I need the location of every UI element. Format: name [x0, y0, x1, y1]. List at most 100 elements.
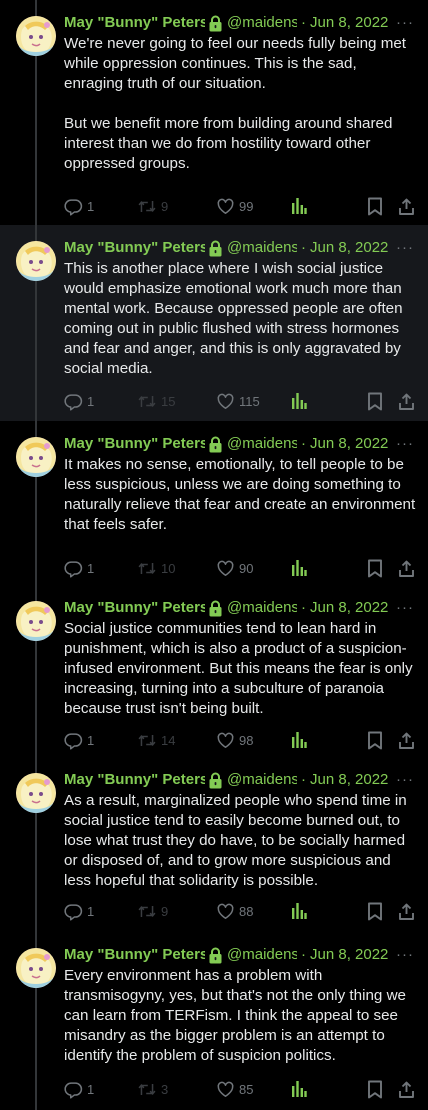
avatar[interactable]: [16, 241, 56, 281]
like-count: 90: [239, 560, 254, 576]
bookmark-button[interactable]: [367, 196, 383, 216]
analytics-button[interactable]: [291, 196, 307, 216]
tweet-header: May "Bunny" Peters @maidens · Jun 8, 202…: [64, 433, 416, 455]
retweet-icon: [137, 731, 157, 750]
bookmark-button[interactable]: [367, 901, 383, 921]
reply-button[interactable]: 1: [64, 901, 94, 921]
share-button[interactable]: [398, 196, 415, 216]
tweet-date[interactable]: Jun 8, 2022: [310, 944, 388, 966]
like-icon: [216, 1080, 235, 1099]
more-options-icon[interactable]: ···: [396, 237, 414, 259]
bookmark-button[interactable]: [367, 391, 383, 411]
display-name[interactable]: May "Bunny" Peters: [64, 433, 205, 455]
retweet-count: 15: [161, 393, 176, 409]
lock-icon: [208, 436, 223, 453]
more-options-icon[interactable]: ···: [396, 433, 414, 455]
share-icon: [398, 197, 415, 216]
display-name[interactable]: May "Bunny" Peters: [64, 769, 205, 791]
tweet-date[interactable]: Jun 8, 2022: [310, 597, 388, 619]
like-button[interactable]: 85: [216, 1079, 253, 1099]
display-name[interactable]: May "Bunny" Peters: [64, 944, 205, 966]
avatar[interactable]: [16, 948, 56, 988]
tweet-date[interactable]: Jun 8, 2022: [310, 12, 388, 34]
tweet-date[interactable]: Jun 8, 2022: [310, 433, 388, 455]
reply-button[interactable]: 1: [64, 558, 94, 578]
retweet-icon: [137, 902, 157, 921]
reply-button[interactable]: 1: [64, 196, 94, 216]
avatar[interactable]: [16, 773, 56, 813]
bookmark-button[interactable]: [367, 1079, 383, 1099]
display-name[interactable]: May "Bunny" Peters: [64, 597, 205, 619]
more-options-icon[interactable]: ···: [396, 769, 414, 791]
reply-button[interactable]: 1: [64, 391, 94, 411]
reply-icon: [64, 902, 83, 921]
avatar[interactable]: [16, 437, 56, 477]
user-handle[interactable]: @maidens: [227, 769, 297, 791]
tweet[interactable]: May "Bunny" Peters @maidens · Jun 8, 202…: [0, 757, 428, 932]
bookmark-icon: [367, 902, 383, 921]
bookmark-button[interactable]: [367, 730, 383, 750]
analytics-button[interactable]: [291, 558, 307, 578]
like-button[interactable]: 98: [216, 730, 253, 750]
tweet-text: It makes no sense, emotionally, to tell …: [64, 456, 420, 533]
like-count: 98: [239, 732, 254, 748]
analytics-button[interactable]: [291, 730, 307, 750]
share-button[interactable]: [398, 391, 415, 411]
analytics-button[interactable]: [291, 901, 307, 921]
analytics-button[interactable]: [291, 391, 307, 411]
separator-dot: ·: [301, 14, 306, 31]
like-button[interactable]: 90: [216, 558, 253, 578]
share-button[interactable]: [398, 1079, 415, 1099]
share-icon: [398, 559, 415, 578]
like-count: 85: [239, 1081, 254, 1097]
share-button[interactable]: [398, 558, 415, 578]
avatar[interactable]: [16, 601, 56, 641]
user-handle[interactable]: @maidens: [227, 433, 297, 455]
analytics-button[interactable]: [291, 1079, 307, 1099]
like-button[interactable]: 88: [216, 901, 253, 921]
tweet[interactable]: May "Bunny" Peters @maidens · Jun 8, 202…: [0, 225, 428, 421]
share-button[interactable]: [398, 901, 415, 921]
tweet[interactable]: May "Bunny" Peters @maidens · Jun 8, 202…: [0, 421, 428, 585]
like-button[interactable]: 99: [216, 196, 253, 216]
analytics-icon: [291, 392, 307, 410]
reply-button[interactable]: 1: [64, 1079, 94, 1099]
more-options-icon[interactable]: ···: [396, 944, 414, 966]
reply-button[interactable]: 1: [64, 730, 94, 750]
bookmark-button[interactable]: [367, 558, 383, 578]
tweet[interactable]: May "Bunny" Peters @maidens · Jun 8, 202…: [0, 585, 428, 757]
user-handle[interactable]: @maidens: [227, 597, 297, 619]
tweet[interactable]: May "Bunny" Peters @maidens · Jun 8, 202…: [0, 932, 428, 1110]
reply-count: 1: [87, 198, 95, 214]
bookmark-icon: [367, 1080, 383, 1099]
more-options-icon[interactable]: ···: [396, 12, 414, 34]
tweet[interactable]: May "Bunny" Peters @maidens · Jun 8, 202…: [0, 0, 428, 225]
user-handle[interactable]: @maidens: [227, 237, 297, 259]
reply-count: 1: [87, 732, 95, 748]
separator-dot: ·: [301, 435, 306, 452]
like-button[interactable]: 115: [216, 391, 260, 411]
reply-icon: [64, 559, 83, 578]
bookmark-icon: [367, 197, 383, 216]
retweet-count: 3: [161, 1081, 169, 1097]
like-count: 115: [239, 393, 260, 409]
like-icon: [216, 902, 235, 921]
reply-count: 1: [87, 560, 95, 576]
tweet-date[interactable]: Jun 8, 2022: [310, 237, 388, 259]
retweet-button: 9: [137, 901, 168, 921]
avatar[interactable]: [16, 16, 56, 56]
share-button[interactable]: [398, 730, 415, 750]
tweet-header: May "Bunny" Peters @maidens · Jun 8, 202…: [64, 769, 416, 791]
user-handle[interactable]: @maidens: [227, 944, 297, 966]
display-name[interactable]: May "Bunny" Peters: [64, 237, 205, 259]
tweet-date[interactable]: Jun 8, 2022: [310, 769, 388, 791]
retweet-count: 9: [161, 198, 169, 214]
lock-icon: [208, 947, 223, 964]
retweet-count: 9: [161, 903, 169, 919]
more-options-icon[interactable]: ···: [396, 597, 414, 619]
separator-dot: ·: [301, 239, 306, 256]
user-handle[interactable]: @maidens: [227, 12, 297, 34]
display-name[interactable]: May "Bunny" Peters: [64, 12, 205, 34]
tweet-actions: 1 15 115: [0, 391, 428, 411]
analytics-icon: [291, 559, 307, 577]
